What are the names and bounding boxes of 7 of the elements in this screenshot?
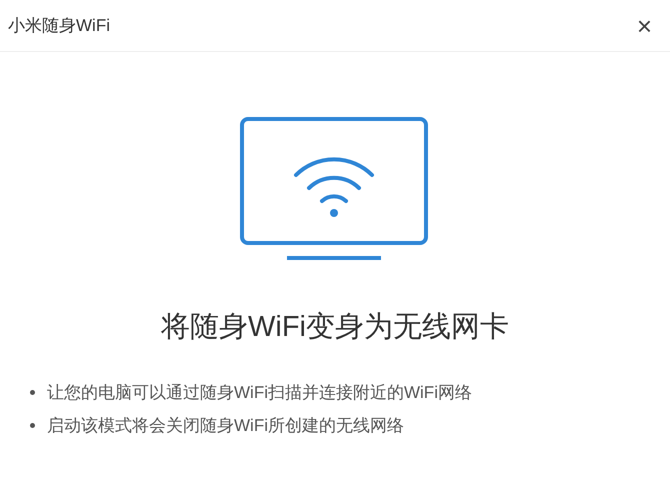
bullet-icon — [30, 423, 35, 428]
bullet-text: 启动该模式将会关闭随身WiFi所创建的无线网络 — [47, 415, 404, 437]
window-title: 小米随身WiFi — [8, 14, 110, 37]
heading: 将随身WiFi变身为无线网卡 — [161, 310, 509, 345]
bullet-icon — [30, 390, 35, 395]
bullet-text: 让您的电脑可以通过随身WiFi扫描并连接附近的WiFi网络 — [47, 382, 472, 404]
close-button[interactable]: × — [636, 12, 652, 38]
